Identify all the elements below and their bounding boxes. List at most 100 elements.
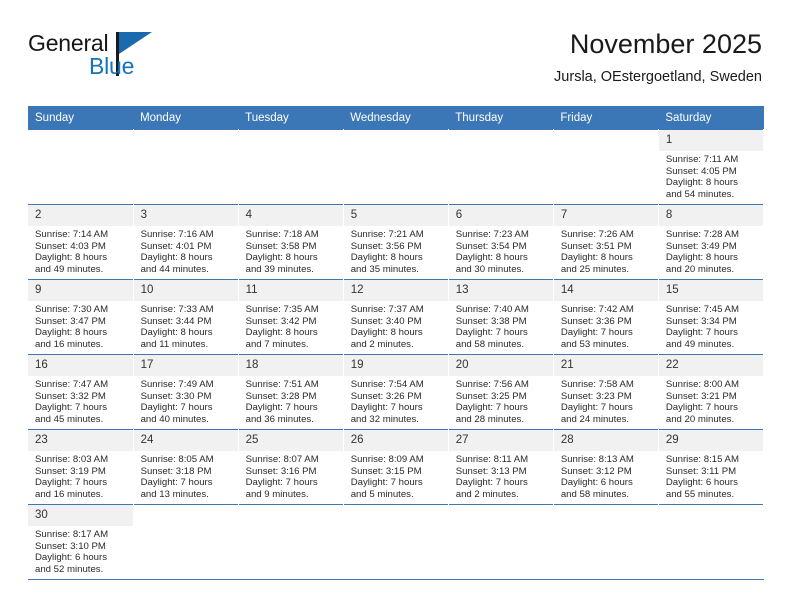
day-sun-info: Sunrise: 7:42 AM Sunset: 3:36 PM Daylight:… [554,301,658,350]
calendar-day-cell[interactable]: 26 Sunrise: 8:09 AM Sunset: 3:15 PM Dayligh… [343,429,449,505]
sunrise-text: Sunrise: 7:45 AM [665,304,739,315]
day-number: 21 [553,355,658,376]
day-number: 20 [448,355,553,376]
day-sun-info: Sunrise: 8:03 AM Sunset: 3:19 PM Daylight:… [28,451,133,500]
calendar-day-cell[interactable]: 13 Sunrise: 7:40 AM Sunset: 3:38 PM Dayligh… [448,279,554,355]
day-number: 11 [238,280,343,301]
calendar-day-cell[interactable]: 22 Sunrise: 8:00 AM Sunset: 3:21 PM Dayligh… [658,354,765,430]
calendar-week-row: 1 Sunrise: 7:11 AM Sunset: 4:05 PM Daylight… [28,129,765,205]
calendar-day-cell[interactable]: 4 Sunrise: 7:18 AM Sunset: 3:58 PM Daylight… [238,204,344,280]
calendar-day-cell[interactable]: 10 Sunrise: 7:33 AM Sunset: 3:44 PM Dayligh… [133,279,239,355]
calendar-cell-inner [238,130,343,204]
sunset-text: Sunset: 3:32 PM [35,390,106,402]
calendar-day-cell[interactable]: 5 Sunrise: 7:21 AM Sunset: 3:56 PM Daylight… [343,204,449,280]
calendar-cell-inner: 9 Sunrise: 7:30 AM Sunset: 3:47 PM Daylight… [28,280,133,354]
daylight-text-line1: Daylight: 7 hours [140,402,213,414]
daylight-text-line1: Daylight: 8 hours [140,327,213,339]
calendar-day-cell[interactable]: 21 Sunrise: 7:58 AM Sunset: 3:23 PM Dayligh… [553,354,659,430]
calendar-cell-inner: 23 Sunrise: 8:03 AM Sunset: 3:19 PM Dayligh… [28,430,133,504]
daylight-text-line2: and 20 minutes. [665,263,735,275]
calendar-cell-inner: 2 Sunrise: 7:14 AM Sunset: 4:03 PM Daylight… [28,205,133,279]
day-sun-info: Sunrise: 7:49 AM Sunset: 3:30 PM Daylight:… [134,376,238,425]
sunrise-text: Sunrise: 7:26 AM [560,229,634,240]
calendar-cell-inner: 3 Sunrise: 7:16 AM Sunset: 4:01 PM Daylight… [133,205,238,279]
calendar-cell-inner: 17 Sunrise: 7:49 AM Sunset: 3:30 PM Dayligh… [133,355,238,429]
calendar-day-cell[interactable]: 7 Sunrise: 7:26 AM Sunset: 3:51 PM Daylight… [553,204,659,280]
day-sun-info: Sunrise: 7:56 AM Sunset: 3:25 PM Daylight:… [449,376,553,425]
calendar-day-cell[interactable]: 16 Sunrise: 7:47 AM Sunset: 3:32 PM Dayligh… [28,354,134,430]
daylight-text-line2: and 52 minutes. [35,563,104,575]
calendar-day-cell[interactable]: 19 Sunrise: 7:54 AM Sunset: 3:26 PM Dayligh… [343,354,449,430]
day-number: 19 [343,355,448,376]
sunrise-text: Sunrise: 7:28 AM [665,229,739,240]
daylight-text-line2: and 32 minutes. [350,413,419,425]
sunset-text: Sunset: 3:30 PM [140,390,212,402]
daylight-text-line2: and 53 minutes. [560,338,630,350]
calendar-day-cell[interactable]: 23 Sunrise: 8:03 AM Sunset: 3:19 PM Dayligh… [28,429,134,505]
daylight-text-line1: Daylight: 7 hours [350,477,423,489]
day-sun-info: Sunrise: 8:15 AM Sunset: 3:11 PM Daylight:… [659,451,763,500]
calendar-cell-empty [28,129,134,205]
day-number: 25 [238,430,343,451]
calendar-cell-inner: 28 Sunrise: 8:13 AM Sunset: 3:12 PM Dayligh… [553,430,658,504]
calendar-day-cell[interactable]: 30 Sunrise: 8:17 AM Sunset: 3:10 PM Dayligh… [28,504,134,580]
calendar-day-cell[interactable]: 17 Sunrise: 7:49 AM Sunset: 3:30 PM Dayligh… [133,354,239,430]
day-sun-info: Sunrise: 7:33 AM Sunset: 3:44 PM Daylight:… [134,301,238,350]
sunrise-text: Sunrise: 8:03 AM [35,454,109,465]
daylight-text-line2: and 58 minutes. [560,488,630,500]
daylight-text-line1: Daylight: 8 hours [455,252,528,264]
calendar-day-cell[interactable]: 8 Sunrise: 7:28 AM Sunset: 3:49 PM Daylight… [658,204,765,280]
calendar-day-cell[interactable]: 6 Sunrise: 7:23 AM Sunset: 3:54 PM Daylight… [448,204,554,280]
weekday-header-friday: Friday [553,106,659,130]
calendar-day-cell[interactable]: 27 Sunrise: 8:11 AM Sunset: 3:13 PM Dayligh… [448,429,554,505]
day-sun-info: Sunrise: 8:05 AM Sunset: 3:18 PM Daylight:… [134,451,238,500]
calendar-day-cell[interactable]: 9 Sunrise: 7:30 AM Sunset: 3:47 PM Daylight… [28,279,134,355]
daylight-text-line1: Daylight: 6 hours [560,477,633,489]
sunset-text: Sunset: 3:25 PM [455,390,527,402]
day-number: 13 [448,280,553,301]
calendar-body: 1 Sunrise: 7:11 AM Sunset: 4:05 PM Daylight… [28,129,765,580]
sunset-text: Sunset: 4:05 PM [665,165,737,177]
day-sun-info: Sunrise: 7:54 AM Sunset: 3:26 PM Daylight:… [344,376,448,425]
sunrise-text: Sunrise: 7:54 AM [350,379,424,390]
calendar-day-cell[interactable]: 3 Sunrise: 7:16 AM Sunset: 4:01 PM Daylight… [133,204,239,280]
weekday-header-saturday: Saturday [658,106,764,130]
calendar-cell-inner [238,505,343,579]
day-number: 5 [343,205,448,226]
page-title: November 2025 [569,29,762,59]
calendar-cell-inner: 27 Sunrise: 8:11 AM Sunset: 3:13 PM Dayligh… [448,430,553,504]
calendar-day-cell[interactable]: 12 Sunrise: 7:37 AM Sunset: 3:40 PM Dayligh… [343,279,449,355]
calendar-day-cell[interactable]: 1 Sunrise: 7:11 AM Sunset: 4:05 PM Daylight… [658,129,765,205]
sunset-text: Sunset: 3:58 PM [245,240,317,252]
calendar-day-cell[interactable]: 14 Sunrise: 7:42 AM Sunset: 3:36 PM Dayligh… [553,279,659,355]
daylight-text-line2: and 16 minutes. [35,488,104,500]
day-number [553,130,658,151]
sunrise-text: Sunrise: 8:05 AM [140,454,214,465]
daylight-text-line1: Daylight: 7 hours [665,327,738,339]
calendar-day-cell[interactable]: 29 Sunrise: 8:15 AM Sunset: 3:11 PM Dayligh… [658,429,765,505]
sunset-text: Sunset: 3:13 PM [455,465,527,477]
sunset-text: Sunset: 3:19 PM [35,465,106,477]
calendar-cell-empty [658,504,765,580]
calendar-cell-inner: 18 Sunrise: 7:51 AM Sunset: 3:28 PM Dayligh… [238,355,343,429]
day-number: 27 [448,430,553,451]
day-sun-info: Sunrise: 7:14 AM Sunset: 4:03 PM Daylight:… [28,226,133,275]
calendar-day-cell[interactable]: 15 Sunrise: 7:45 AM Sunset: 3:34 PM Dayligh… [658,279,765,355]
sunset-text: Sunset: 3:44 PM [140,315,212,327]
daylight-text-line2: and 40 minutes. [140,413,209,425]
calendar-cell-inner: 8 Sunrise: 7:28 AM Sunset: 3:49 PM Daylight… [658,205,763,279]
calendar-day-cell[interactable]: 2 Sunrise: 7:14 AM Sunset: 4:03 PM Daylight… [28,204,134,280]
calendar-day-cell[interactable]: 25 Sunrise: 8:07 AM Sunset: 3:16 PM Dayligh… [238,429,344,505]
calendar-day-cell[interactable]: 11 Sunrise: 7:35 AM Sunset: 3:42 PM Dayligh… [238,279,344,355]
calendar-day-cell[interactable]: 24 Sunrise: 8:05 AM Sunset: 3:18 PM Dayligh… [133,429,239,505]
calendar-cell-inner [343,505,448,579]
sunset-text: Sunset: 3:16 PM [245,465,317,477]
calendar-day-cell[interactable]: 20 Sunrise: 7:56 AM Sunset: 3:25 PM Dayligh… [448,354,554,430]
daylight-text-line2: and 28 minutes. [455,413,525,425]
calendar-day-cell[interactable]: 28 Sunrise: 8:13 AM Sunset: 3:12 PM Dayligh… [553,429,659,505]
calendar-day-cell[interactable]: 18 Sunrise: 7:51 AM Sunset: 3:28 PM Dayligh… [238,354,344,430]
calendar-cell-inner: 6 Sunrise: 7:23 AM Sunset: 3:54 PM Daylight… [448,205,553,279]
day-number [133,130,238,151]
calendar-week-row: 2 Sunrise: 7:14 AM Sunset: 4:03 PM Daylight… [28,204,765,280]
daylight-text-line1: Daylight: 6 hours [665,477,738,489]
